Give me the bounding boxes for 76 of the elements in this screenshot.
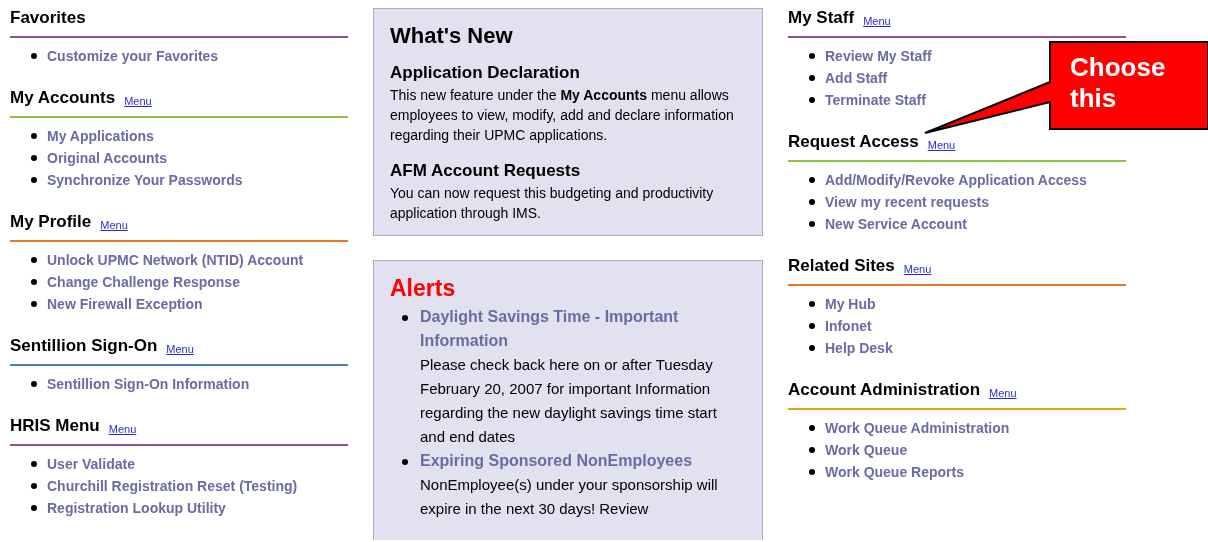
bullet-icon: [31, 483, 37, 489]
menu-link[interactable]: Menu: [927, 138, 956, 152]
callout-text: Choose this: [1070, 52, 1167, 114]
alert-link[interactable]: Daylight Savings Time - Important Information: [420, 305, 720, 353]
nav-link[interactable]: New Service Account: [825, 213, 967, 235]
nav-link[interactable]: Change Challenge Response: [47, 271, 240, 293]
bullet-icon: [31, 505, 37, 511]
bullet-icon: [809, 301, 815, 307]
nav-link[interactable]: Churchill Registration Reset (Testing): [47, 475, 298, 497]
bullet-icon: [809, 75, 815, 81]
bullet-icon: [31, 461, 37, 467]
nav-link[interactable]: Add/Modify/Revoke Application Access: [825, 169, 1087, 191]
bullet-icon: [809, 469, 815, 475]
bullet-icon: [809, 345, 815, 351]
bullet-icon: [809, 323, 815, 329]
nav-link[interactable]: Terminate Staff: [825, 89, 926, 111]
section-title: My Accounts: [10, 88, 116, 108]
bullet-icon: [402, 459, 408, 465]
nav-link[interactable]: Help Desk: [825, 337, 893, 359]
menu-link[interactable]: Menu: [989, 386, 1017, 400]
nav-link[interactable]: Registration Lookup Utility: [47, 497, 226, 519]
bullet-icon: [31, 177, 37, 183]
section-title: Sentillion Sign-On: [10, 336, 158, 356]
nav-link[interactable]: Synchronize Your Passwords: [47, 169, 243, 191]
bullet-icon: [31, 53, 37, 59]
nav-link[interactable]: User Validate: [47, 453, 135, 475]
alert-link[interactable]: Expiring Sponsored NonEmployees: [420, 449, 720, 473]
bullet-icon: [809, 425, 815, 431]
bullet-icon: [809, 199, 815, 205]
nav-link[interactable]: Infonet: [825, 315, 872, 337]
bullet-icon: [809, 177, 815, 183]
news-heading: AFM Account Requests: [390, 160, 582, 182]
section-title: Related Sites: [788, 256, 895, 276]
menu-link[interactable]: Menu: [166, 342, 194, 356]
nav-link[interactable]: Sentillion Sign-On Information: [47, 373, 250, 395]
bullet-icon: [809, 447, 815, 453]
bullet-icon: [809, 53, 815, 59]
section-title: My Staff: [788, 8, 855, 28]
section-title: HRIS Menu: [10, 416, 100, 436]
menu-link[interactable]: Menu: [863, 14, 891, 28]
panel-title: What's New: [390, 22, 514, 50]
alert-text: Please check back here on or after Tuesday February 20, 2007 for important Information regarding the new daylight savings time start and end dates: [420, 355, 718, 447]
bullet-icon: [809, 221, 815, 227]
menu-link[interactable]: Menu: [100, 218, 128, 232]
nav-link[interactable]: View my recent requests: [825, 191, 989, 213]
news-heading: Application Declaration: [390, 62, 581, 84]
nav-link[interactable]: Work Queue: [825, 439, 908, 461]
section-title: Account Administration: [788, 380, 981, 400]
bullet-icon: [809, 97, 815, 103]
nav-link[interactable]: Review My Staff: [825, 45, 932, 67]
nav-link[interactable]: My Applications: [47, 125, 154, 147]
section-title: Favorites: [10, 8, 86, 28]
news-text: You can now request this budgeting and productivity application through IMS.: [390, 184, 715, 223]
nav-link[interactable]: New Firewall Exception: [47, 293, 203, 315]
bullet-icon: [31, 155, 37, 161]
menu-link[interactable]: Menu: [108, 422, 137, 436]
nav-link[interactable]: Work Queue Reports: [825, 461, 964, 483]
nav-link[interactable]: Work Queue Administration: [825, 417, 1010, 439]
menu-link[interactable]: Menu: [124, 94, 152, 108]
panel-title: Alerts: [390, 274, 457, 303]
bullet-icon: [31, 279, 37, 285]
bullet-icon: [31, 301, 37, 307]
news-text: This new feature under the My Accounts menu allows employees to view, modify, add and declare information regarding their UPMC applications.: [390, 86, 735, 145]
nav-link[interactable]: Customize your Favorites: [47, 45, 219, 67]
menu-link[interactable]: Menu: [903, 262, 932, 276]
alert-text: NonEmployee(s) under your sponsorship will expire in the next 30 days! Review: [420, 475, 719, 519]
bullet-icon: [31, 257, 37, 263]
bullet-icon: [402, 315, 408, 321]
section-title: My Profile: [10, 212, 92, 232]
bullet-icon: [31, 133, 37, 139]
nav-link[interactable]: Original Accounts: [47, 147, 168, 169]
section-title: Request Access: [788, 132, 919, 152]
nav-link[interactable]: Add Staff: [825, 67, 888, 89]
nav-link[interactable]: My Hub: [825, 293, 876, 315]
nav-link[interactable]: Unlock UPMC Network (NTID) Account: [47, 249, 304, 271]
bullet-icon: [31, 381, 37, 387]
